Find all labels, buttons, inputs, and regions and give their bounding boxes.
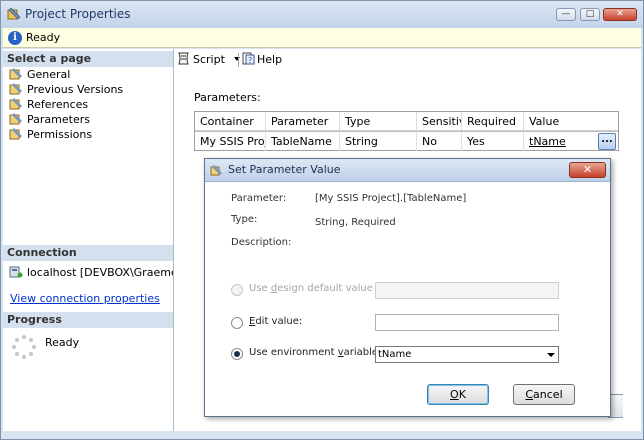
description-label: Description: <box>231 237 292 248</box>
chevron-down-icon <box>547 353 555 357</box>
page-label: Parameters <box>27 113 90 126</box>
page-wrench-icon <box>9 128 22 140</box>
table-row[interactable]: My SSIS Proj... TableName String No Yes … <box>195 131 618 151</box>
page-label: References <box>27 98 89 111</box>
select-page-header: Select a page <box>3 51 173 67</box>
server-icon <box>9 266 23 278</box>
column-header-value[interactable]: Value <box>524 112 620 131</box>
edit-value-ellipsis-button[interactable]: ... <box>598 133 616 150</box>
dialog-close-button[interactable]: ✕ <box>569 162 606 178</box>
cell-container[interactable]: My SSIS Proj... <box>195 132 266 151</box>
grid-header-row: Container Parameter Type Sensitive Requi… <box>195 112 618 131</box>
page-wrench-icon <box>9 83 22 95</box>
cell-required[interactable]: Yes <box>462 132 524 151</box>
left-pane: Select a page General Previous Versions … <box>3 49 182 431</box>
window-title: Project Properties <box>25 7 131 21</box>
type-label: Type: <box>231 214 258 225</box>
help-label: Help <box>257 53 283 66</box>
page-label: Previous Versions <box>27 83 124 96</box>
environment-variable-select[interactable]: tName <box>375 346 559 363</box>
dialog-title-bar: Set Parameter Value ✕ <box>205 159 610 182</box>
use-environment-variable-label: Use environment variable: <box>249 347 382 358</box>
page-item-references[interactable]: References <box>9 97 88 112</box>
cell-type[interactable]: String <box>340 132 417 151</box>
close-window-button[interactable]: ✕ <box>603 8 637 21</box>
page-label: Permissions <box>27 128 93 141</box>
help-icon: ? <box>242 52 255 65</box>
page-item-parameters[interactable]: Parameters <box>9 112 90 127</box>
environment-variable-value: tName <box>378 349 412 360</box>
connection-server-label: localhost [DEVBOX\Graeme] <box>27 266 182 279</box>
column-header-sensitive[interactable]: Sensitive <box>417 112 462 131</box>
svg-text:?: ? <box>248 56 252 65</box>
project-properties-icon <box>7 7 21 20</box>
page-wrench-icon <box>9 113 22 125</box>
help-button[interactable]: ? Help <box>242 52 282 68</box>
page-wrench-icon <box>9 98 22 110</box>
column-header-parameter[interactable]: Parameter <box>266 112 340 131</box>
toolbar: Script ? Help <box>174 49 641 71</box>
view-connection-properties-link[interactable]: View connection properties <box>10 292 160 305</box>
type-value: String, Required <box>315 217 396 228</box>
progress-status: Ready <box>45 336 80 349</box>
default-value-field <box>375 282 559 299</box>
minimize-button[interactable]: — <box>556 8 576 21</box>
set-parameter-value-dialog: Set Parameter Value ✕ Parameter: [My SSI… <box>204 158 611 417</box>
use-environment-variable-radio[interactable] <box>231 348 243 360</box>
page-label: General <box>27 68 71 81</box>
dialog-title: Set Parameter Value <box>228 163 341 176</box>
use-default-value-label: Use design default value <box>249 283 373 294</box>
parameters-label: Parameters: <box>194 91 261 104</box>
cell-sensitive[interactable]: No <box>417 132 462 151</box>
progress-header: Progress <box>3 312 173 328</box>
cell-parameter[interactable]: TableName <box>266 132 340 151</box>
progress-spinner-icon <box>11 334 37 360</box>
cancel-button[interactable]: Cancel <box>513 384 575 405</box>
title-bar: Project Properties — □ ✕ <box>1 1 643 28</box>
status-text: Ready <box>26 31 61 44</box>
column-header-required[interactable]: Required <box>462 112 524 131</box>
script-button[interactable]: Script <box>177 52 241 68</box>
page-item-previous-versions[interactable]: Previous Versions <box>9 82 123 97</box>
parameters-grid: Container Parameter Type Sensitive Requi… <box>194 111 619 151</box>
column-header-container[interactable]: Container <box>195 112 266 131</box>
edit-value-label: Edit value: <box>249 316 303 327</box>
parameter-label: Parameter: <box>231 193 287 204</box>
toolbar-separator <box>238 53 239 67</box>
script-label: Script <box>193 53 225 66</box>
use-default-value-radio[interactable] <box>231 284 243 296</box>
edit-value-field[interactable] <box>375 314 559 331</box>
info-icon: i <box>8 31 22 45</box>
ok-button[interactable]: OK <box>427 384 489 405</box>
dialog-icon <box>210 165 222 176</box>
column-header-type[interactable]: Type <box>340 112 417 131</box>
parameter-value: [My SSIS Project].[TableName] <box>315 193 467 204</box>
status-bar: i Ready <box>3 28 641 48</box>
connection-header: Connection <box>3 245 173 261</box>
page-wrench-icon <box>9 68 22 80</box>
page-item-general[interactable]: General <box>9 67 70 82</box>
page-item-permissions[interactable]: Permissions <box>9 127 92 142</box>
script-icon <box>178 52 189 65</box>
edit-value-radio[interactable] <box>231 317 243 329</box>
connection-server: localhost [DEVBOX\Graeme] <box>9 265 182 279</box>
maximize-button[interactable]: □ <box>580 8 600 21</box>
